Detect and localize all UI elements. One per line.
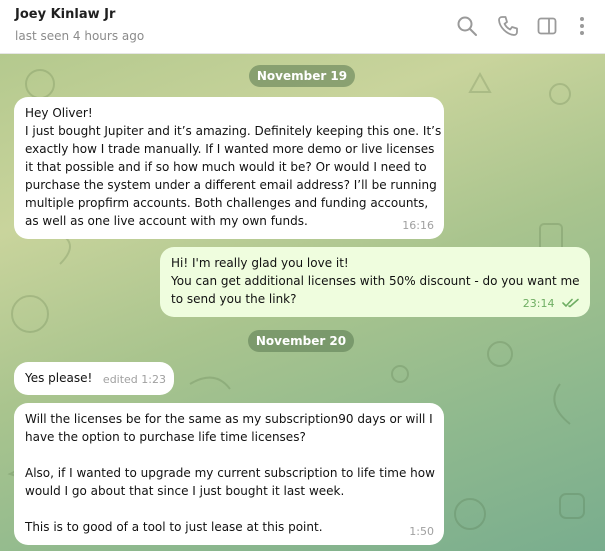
message-line: Hi! I'm really glad you love it! [171, 256, 349, 270]
message-time: 16:16 [402, 219, 434, 232]
phone-icon[interactable] [497, 15, 519, 37]
chat-area[interactable]: November 19 Hey Oliver! I just bought Ju… [0, 54, 605, 551]
message-line: You can get additional licenses with 50%… [171, 274, 580, 288]
message-line: multiple propfirm accounts. Both challen… [25, 196, 429, 210]
date-separator: November 19 [249, 65, 355, 87]
message-time: 23:14 [522, 297, 555, 310]
double-check-icon [562, 298, 579, 308]
search-icon[interactable] [456, 15, 478, 37]
outgoing-message[interactable]: Hi! I'm really glad you love it! You can… [160, 247, 590, 317]
message-line: exactly how I trade manually. If I wante… [25, 142, 435, 156]
message-meta: 23:14 [523, 295, 580, 313]
message-line: I just bought Jupiter and it’s amazing. … [25, 124, 442, 138]
message-time: 1:50 [409, 525, 434, 538]
message-line: as well as one live account with my own … [25, 214, 308, 228]
message-line: purchase the system under a different em… [25, 178, 437, 192]
message-line: Will the licenses be for the same as my … [25, 412, 433, 426]
incoming-message[interactable]: Hey Oliver! I just bought Jupiter and it… [14, 97, 444, 239]
incoming-message[interactable]: Yes please! edited 1:23 [14, 362, 174, 395]
message-line: would I go about that since I just bough… [25, 484, 345, 498]
date-separator: November 20 [248, 330, 354, 352]
message-line: Also, if I wanted to upgrade my current … [25, 466, 435, 480]
message-edited-time: edited 1:23 [102, 373, 166, 386]
sidebar-icon[interactable] [536, 15, 558, 37]
message-line: have the option to purchase life time li… [25, 430, 306, 444]
message-line: This is to good of a tool to just lease … [25, 520, 323, 534]
contact-name[interactable]: Joey Kinlaw Jr [15, 7, 115, 22]
incoming-message[interactable]: Will the licenses be for the same as my … [14, 403, 444, 545]
message-line: to send you the link? [171, 292, 297, 306]
message-line: it that possible and if so how much woul… [25, 160, 427, 174]
more-icon[interactable] [571, 15, 593, 37]
message-line: Hey Oliver! [25, 106, 93, 120]
contact-status: last seen 4 hours ago [15, 29, 145, 43]
chat-header: Joey Kinlaw Jr last seen 4 hours ago [0, 0, 605, 54]
